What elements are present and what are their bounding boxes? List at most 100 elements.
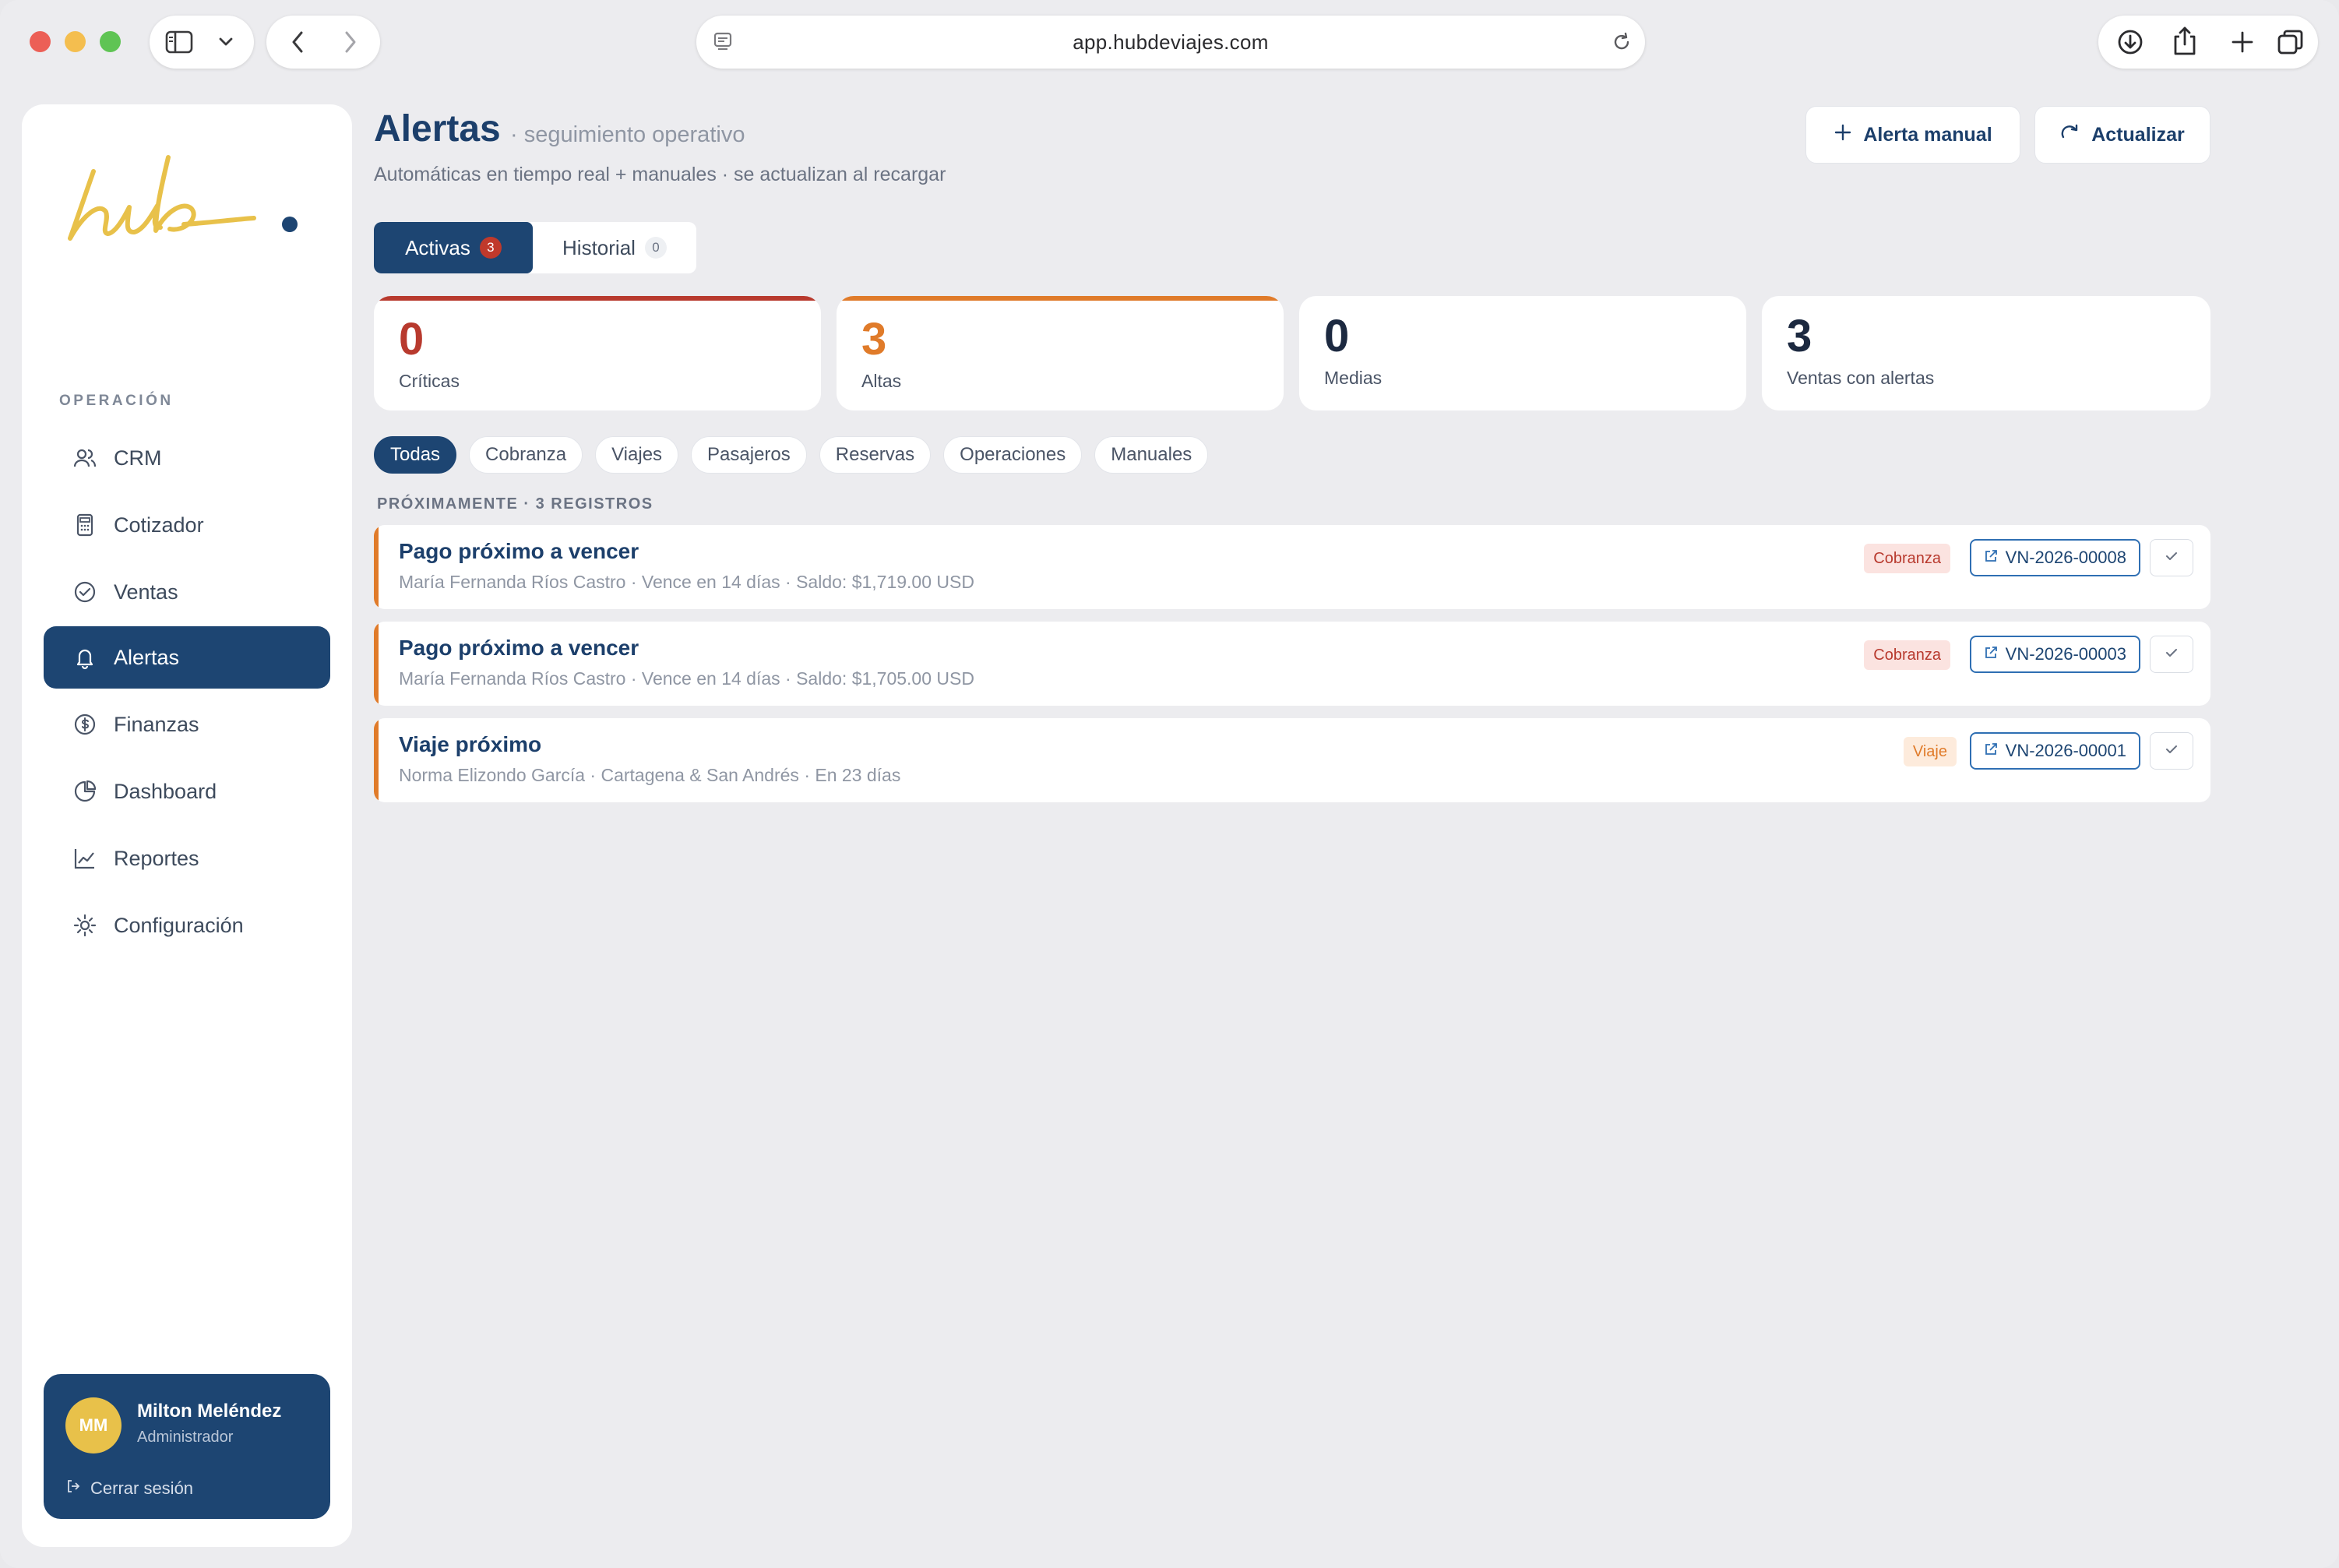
page-subtitle: · seguimiento operativo bbox=[510, 122, 745, 147]
alert-accent-bar bbox=[374, 622, 379, 706]
chevron-down-icon[interactable] bbox=[212, 30, 240, 55]
stat-label: Ventas con alertas bbox=[1787, 368, 1935, 388]
alert-meta: Norma Elizondo García · Cartagena & San … bbox=[399, 765, 901, 785]
tab-activas[interactable]: Activas 3 bbox=[374, 222, 533, 273]
browser-toolbar: app.hubdeviajes.com bbox=[0, 0, 2339, 86]
maximize-window-button[interactable] bbox=[100, 31, 121, 52]
sidebar-toggle-icon[interactable] bbox=[164, 28, 195, 56]
tab-historial[interactable]: Historial 0 bbox=[533, 222, 696, 273]
stat-value: 3 bbox=[1787, 311, 1812, 361]
stat-label: Altas bbox=[861, 371, 902, 391]
forward-arrow-icon[interactable] bbox=[335, 28, 366, 56]
stat-value: 0 bbox=[1324, 311, 1350, 361]
reload-icon[interactable] bbox=[1608, 30, 1636, 55]
sidebar-item-reportes[interactable]: Reportes bbox=[44, 827, 330, 890]
page-description: Automáticas en tiempo real + manuales · … bbox=[374, 164, 946, 185]
sidebar-item-label: Finanzas bbox=[114, 712, 199, 736]
sale-ref-label: VN-2026-00003 bbox=[2005, 644, 2126, 664]
external-link-icon bbox=[1984, 548, 1998, 568]
sidebar-item-crm[interactable]: CRM bbox=[44, 427, 330, 489]
sidebar-item-configuracion[interactable]: Configuración bbox=[44, 894, 330, 957]
check-icon bbox=[2164, 550, 2179, 566]
sidebar-item-ventas[interactable]: Ventas bbox=[44, 561, 330, 623]
sale-ref-link[interactable]: VN-2026-00003 bbox=[1969, 636, 2140, 673]
stat-accent-bar bbox=[374, 296, 821, 301]
gear-icon bbox=[44, 913, 114, 938]
user-role: Administrador bbox=[137, 1429, 234, 1446]
check-icon bbox=[2164, 647, 2179, 663]
filter-chip-cobranza[interactable]: Cobranza bbox=[469, 436, 583, 474]
users-icon bbox=[44, 446, 114, 470]
dollar-circle-icon bbox=[44, 712, 114, 737]
tab-count-badge: 0 bbox=[644, 237, 667, 259]
alert-row[interactable]: Viaje próximo Norma Elizondo García · Ca… bbox=[374, 718, 2210, 802]
alert-meta: María Fernanda Ríos Castro · Vence en 14… bbox=[399, 668, 974, 689]
page-title: Alertas bbox=[374, 108, 501, 150]
url-text: app.hubdeviajes.com bbox=[1073, 30, 1269, 54]
category-tag: Cobranza bbox=[1864, 544, 1950, 573]
hub-logo[interactable] bbox=[53, 136, 318, 252]
tab-label: Historial bbox=[562, 235, 636, 259]
stat-accent-bar bbox=[837, 296, 1284, 301]
bell-icon bbox=[44, 645, 114, 670]
alert-accent-bar bbox=[374, 718, 379, 802]
history-nav-group bbox=[266, 16, 380, 69]
stat-label: Medias bbox=[1324, 368, 1383, 388]
line-chart-icon bbox=[44, 846, 114, 871]
tab-overview-icon[interactable] bbox=[2274, 26, 2307, 58]
sidebar-toggle-group bbox=[150, 16, 254, 69]
external-link-icon bbox=[1984, 741, 1998, 761]
filter-chip-pasajeros[interactable]: Pasajeros bbox=[691, 436, 807, 474]
back-arrow-icon[interactable] bbox=[282, 28, 313, 56]
alert-meta: María Fernanda Ríos Castro · Vence en 14… bbox=[399, 572, 974, 592]
stat-card-altas: 3 Altas bbox=[837, 296, 1284, 410]
calculator-icon bbox=[44, 513, 114, 537]
logout-button[interactable]: Cerrar sesión bbox=[65, 1478, 193, 1499]
stat-value: 0 bbox=[399, 314, 424, 365]
sidebar-item-label: Dashboard bbox=[114, 779, 217, 803]
filter-chip-reservas[interactable]: Reservas bbox=[819, 436, 932, 474]
manual-alert-button[interactable]: Alerta manual bbox=[1805, 106, 2020, 164]
alert-row[interactable]: Pago próximo a vencer María Fernanda Río… bbox=[374, 622, 2210, 706]
sale-ref-label: VN-2026-00001 bbox=[2005, 741, 2126, 760]
filter-chip-manuales[interactable]: Manuales bbox=[1094, 436, 1209, 474]
sidebar-item-dashboard[interactable]: Dashboard bbox=[44, 760, 330, 823]
avatar: MM bbox=[65, 1397, 122, 1453]
sidebar-item-label: CRM bbox=[114, 446, 162, 470]
pie-chart-icon bbox=[44, 779, 114, 804]
new-tab-icon[interactable] bbox=[2226, 26, 2259, 58]
minimize-window-button[interactable] bbox=[65, 31, 86, 52]
plus-icon bbox=[1834, 123, 1852, 147]
sale-ref-link[interactable]: VN-2026-00001 bbox=[1969, 732, 2140, 770]
sidebar-item-finanzas[interactable]: Finanzas bbox=[44, 693, 330, 756]
alert-row[interactable]: Pago próximo a vencer María Fernanda Río… bbox=[374, 525, 2210, 609]
nav-section-label: OPERACIÓN bbox=[59, 393, 174, 409]
alert-title: Pago próximo a vencer bbox=[399, 636, 639, 660]
resolve-button[interactable] bbox=[2150, 539, 2193, 576]
filter-chip-todas[interactable]: Todas bbox=[374, 436, 457, 474]
check-circle-icon bbox=[44, 580, 114, 604]
category-tag: Viaje bbox=[1903, 737, 1957, 766]
refresh-button[interactable]: Actualizar bbox=[2034, 106, 2210, 164]
filter-chip-viajes[interactable]: Viajes bbox=[595, 436, 679, 474]
sale-ref-link[interactable]: VN-2026-00008 bbox=[1969, 539, 2140, 576]
user-name: Milton Meléndez bbox=[137, 1401, 282, 1422]
address-bar[interactable]: app.hubdeviajes.com bbox=[696, 16, 1645, 69]
sidebar-item-alertas[interactable]: Alertas bbox=[44, 626, 330, 689]
stat-card-medias: 0 Medias bbox=[1299, 296, 1746, 410]
manual-alert-label: Alerta manual bbox=[1863, 123, 1992, 146]
close-window-button[interactable] bbox=[30, 31, 51, 52]
filter-chip-operaciones[interactable]: Operaciones bbox=[943, 436, 1083, 474]
sidebar-item-cotizador[interactable]: Cotizador bbox=[44, 494, 330, 556]
resolve-button[interactable] bbox=[2150, 732, 2193, 770]
category-tag: Cobranza bbox=[1864, 640, 1950, 670]
share-icon[interactable] bbox=[2168, 25, 2201, 58]
resolve-button[interactable] bbox=[2150, 636, 2193, 673]
tab-count-badge: 3 bbox=[479, 237, 502, 259]
download-icon[interactable] bbox=[2114, 26, 2147, 58]
logout-label: Cerrar sesión bbox=[90, 1478, 194, 1498]
alert-title: Viaje próximo bbox=[399, 732, 542, 756]
user-card: MM Milton Meléndez Administrador Cerrar … bbox=[44, 1374, 330, 1519]
stat-card-ventas-con-alertas: 3 Ventas con alertas bbox=[1762, 296, 2210, 410]
external-link-icon bbox=[1984, 644, 1998, 664]
